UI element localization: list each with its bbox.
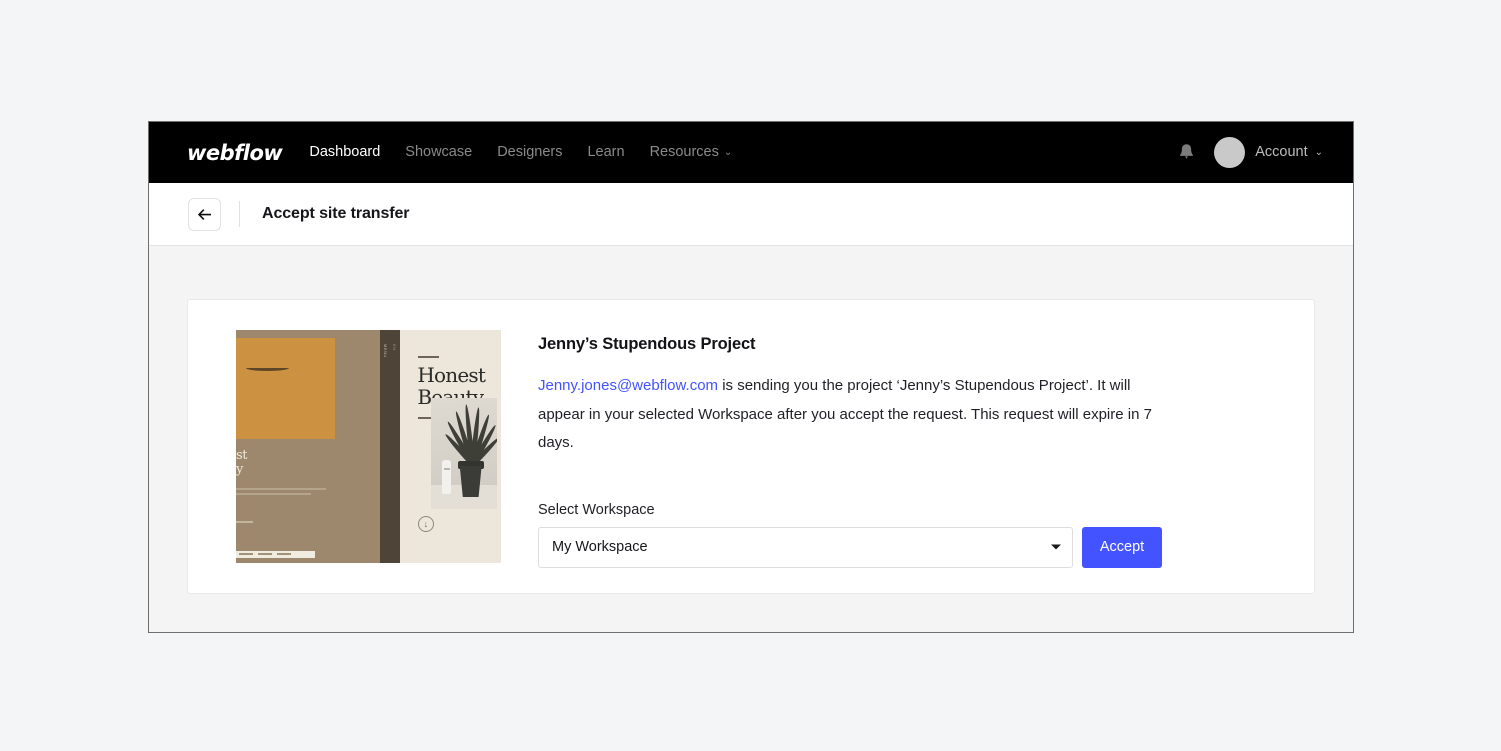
nav-link-learn[interactable]: Learn — [587, 145, 624, 160]
workspace-select-value: My Workspace — [552, 539, 648, 555]
top-navbar: webflow Dashboard Showcase Designers Lea… — [149, 122, 1353, 183]
nav-link-resources-label: Resources — [649, 144, 719, 161]
arrow-left-icon — [198, 208, 211, 220]
project-title: Jenny’s Stupendous Project — [538, 335, 756, 353]
thumbnail-left-panel: st y — [236, 330, 381, 563]
photo-pot — [459, 465, 482, 498]
card-body: Jenny’s Stupendous Project Jenny.jones@w… — [501, 330, 1314, 568]
thumbnail-strip-label-lang: EN — [391, 343, 397, 351]
primary-nav: Dashboard Showcase Designers Learn Resou… — [309, 145, 732, 160]
thumbnail-eyebrow-line — [418, 355, 439, 358]
thumbnail-site-heading-line1: Honest — [417, 362, 486, 387]
nav-link-showcase-label: Showcase — [405, 144, 473, 161]
workspace-select-wrapper: My Workspace — [538, 526, 1073, 568]
chevron-down-icon: ⌄ — [1314, 147, 1323, 158]
thumbnail-left-heading-line1: st — [236, 447, 248, 463]
workspace-field-row: My Workspace Accept — [538, 526, 1314, 568]
nav-link-designers-label: Designers — [497, 144, 563, 161]
browser-window: webflow Dashboard Showcase Designers Lea… — [148, 121, 1354, 633]
thumbnail-left-heading-line2: y — [236, 462, 243, 478]
page-subheader: Accept site transfer — [149, 183, 1353, 246]
thumbnail-dark-strip: MENU EN — [380, 330, 401, 563]
thumbnail-product-photo — [430, 397, 497, 510]
thumbnail-left-body-lines — [236, 488, 326, 498]
workspace-select[interactable]: My Workspace — [538, 526, 1073, 568]
thumbnail-strip-label-menu: MENU — [383, 343, 389, 358]
thumbnail-right-panel: Honest Beauty ↓ — [400, 330, 501, 563]
nav-link-dashboard[interactable]: Dashboard — [309, 145, 380, 160]
sender-email-link[interactable]: Jenny.jones@webflow.com — [538, 377, 718, 394]
subheader-divider — [239, 201, 240, 227]
account-label: Account — [1255, 144, 1308, 161]
site-transfer-card: st y MENU EN Honest Beauty ↓ Jenny’s Stu… — [187, 299, 1315, 594]
thumbnail-orange-block — [236, 338, 335, 440]
navbar-right-group: Account ⌄ — [1176, 122, 1323, 183]
avatar — [1214, 137, 1246, 168]
chevron-down-icon: ⌄ — [723, 147, 733, 159]
content-area: st y MENU EN Honest Beauty ↓ Jenny’s Stu… — [149, 246, 1353, 632]
arrow-down-icon: ↓ — [417, 516, 434, 533]
page-title: Accept site transfer — [262, 205, 410, 222]
transfer-description: Jenny.jones@webflow.com is sending you t… — [538, 372, 1163, 458]
account-menu[interactable]: Account ⌄ — [1214, 137, 1323, 168]
photo-product-tube — [442, 460, 452, 494]
thumbnail-footer-bar — [236, 551, 315, 559]
site-thumbnail: st y MENU EN Honest Beauty ↓ — [236, 330, 501, 563]
thumbnail-left-heading: st y — [236, 447, 248, 478]
nav-link-dashboard-label: Dashboard — [309, 144, 381, 161]
nav-link-learn-label: Learn — [587, 144, 625, 161]
nav-link-showcase[interactable]: Showcase — [405, 145, 472, 160]
thumbnail-left-link-line — [236, 521, 254, 524]
thumbnail-smile-shape — [245, 364, 290, 371]
workspace-field-label: Select Workspace — [538, 501, 655, 518]
nav-link-designers[interactable]: Designers — [497, 145, 562, 160]
bell-icon[interactable] — [1176, 142, 1196, 164]
back-button[interactable] — [188, 197, 221, 231]
nav-link-resources[interactable]: Resources ⌄ — [650, 145, 733, 160]
webflow-logo[interactable]: webflow — [187, 141, 283, 165]
accept-button[interactable]: Accept — [1082, 526, 1162, 568]
